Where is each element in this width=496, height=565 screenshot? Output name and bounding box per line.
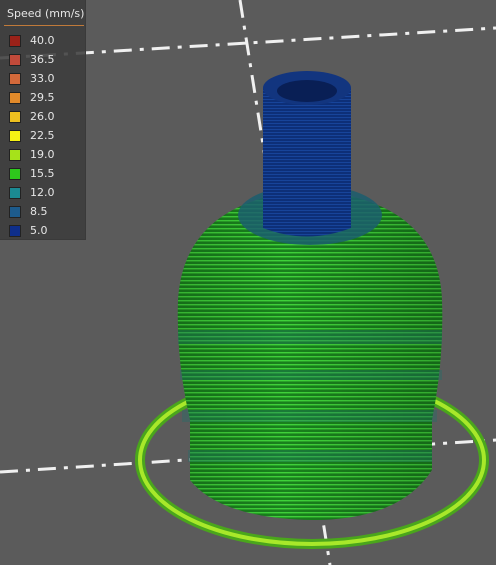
legend-item: 36.5 — [0, 50, 85, 69]
speed-legend: Speed (mm/s) 40.0 36.5 33.0 29.5 26.0 22.5 19.… — [0, 0, 86, 240]
legend-label: 15.5 — [30, 167, 55, 180]
legend-label: 22.5 — [30, 129, 55, 142]
legend-swatch — [9, 148, 21, 161]
legend-swatch — [9, 53, 21, 66]
legend-item: 22.5 — [0, 126, 85, 145]
legend-swatch — [9, 110, 21, 123]
legend-label: 12.0 — [30, 186, 55, 199]
legend-item: 8.5 — [0, 202, 85, 221]
legend-swatch — [9, 186, 21, 199]
legend-swatch — [9, 91, 21, 104]
legend-items: 40.0 36.5 33.0 29.5 26.0 22.5 19.0 15.5 12.0 8.5 5… — [0, 26, 85, 240]
legend-swatch — [9, 72, 21, 85]
legend-swatch — [9, 34, 21, 47]
legend-item: 15.5 — [0, 164, 85, 183]
legend-item: 29.5 — [0, 88, 85, 107]
legend-label: 29.5 — [30, 91, 55, 104]
legend-item: 19.0 — [0, 145, 85, 164]
legend-label: 40.0 — [30, 34, 55, 47]
legend-item: 40.0 — [0, 31, 85, 50]
legend-item: 33.0 — [0, 69, 85, 88]
legend-swatch — [9, 129, 21, 142]
legend-label: 5.0 — [30, 224, 48, 237]
legend-label: 19.0 — [30, 148, 55, 161]
legend-swatch — [9, 167, 21, 180]
legend-label: 33.0 — [30, 72, 55, 85]
legend-item: 12.0 — [0, 183, 85, 202]
legend-swatch — [9, 205, 21, 218]
legend-label: 26.0 — [30, 110, 55, 123]
legend-item: 5.0 — [0, 221, 85, 240]
legend-label: 8.5 — [30, 205, 48, 218]
legend-swatch — [9, 224, 21, 237]
legend-label: 36.5 — [30, 53, 55, 66]
legend-item: 26.0 — [0, 107, 85, 126]
legend-title: Speed (mm/s) — [7, 7, 85, 20]
